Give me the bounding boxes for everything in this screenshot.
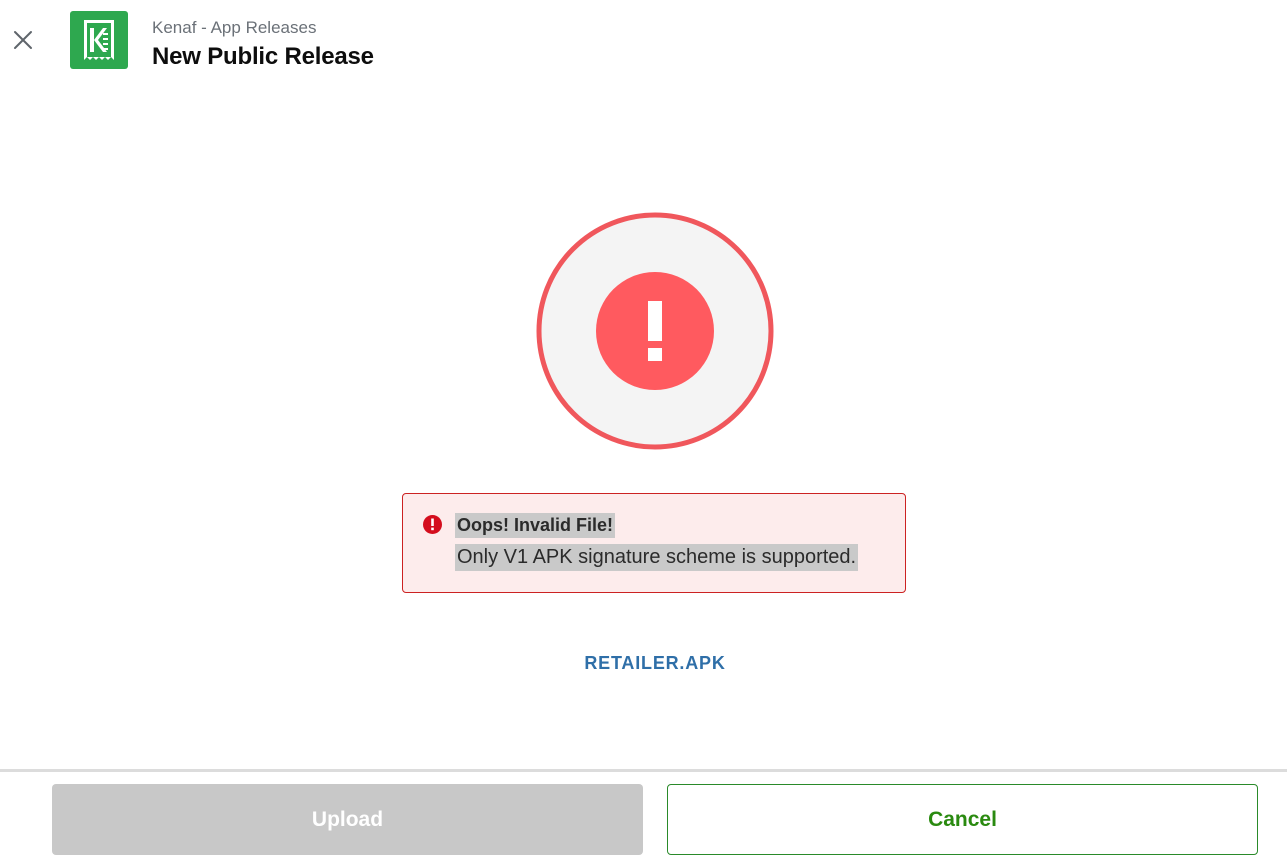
breadcrumb: Kenaf - App Releases — [152, 18, 317, 37]
close-button[interactable] — [10, 27, 36, 53]
footer-divider — [0, 769, 1287, 772]
error-status-graphic — [536, 212, 774, 450]
cancel-button[interactable]: Cancel — [667, 784, 1258, 855]
new-release-dialog: Kenaf - App Releases New Public Release … — [0, 0, 1287, 864]
page-title: New Public Release — [152, 43, 374, 70]
alert-message: Only V1 APK signature scheme is supporte… — [455, 544, 859, 571]
close-icon — [14, 31, 32, 49]
upload-button[interactable]: Upload — [52, 784, 643, 855]
file-name-label: RETAILER.APK — [584, 653, 726, 673]
error-exclamation-icon — [536, 212, 774, 450]
error-alert: Oops! Invalid File! Only V1 APK signatur… — [402, 493, 906, 593]
alert-error-icon — [423, 515, 442, 534]
app-logo — [70, 11, 128, 69]
alert-title: Oops! Invalid File! — [455, 513, 616, 538]
